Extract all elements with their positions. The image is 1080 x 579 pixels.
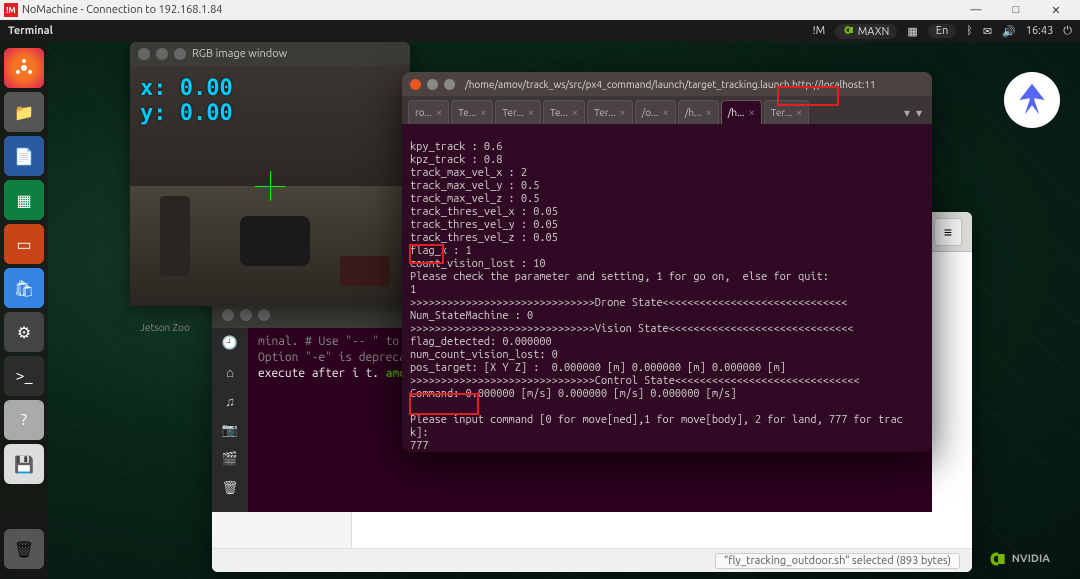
nomachine-icon: !M xyxy=(4,3,18,17)
trash-side-icon[interactable]: 🗑 xyxy=(222,481,239,496)
drive-icon[interactable]: 💾 xyxy=(4,444,44,484)
nomachine-title: NoMachine - Connection to 192.168.1.84 xyxy=(22,4,956,16)
terminal-tab[interactable]: /o...× xyxy=(635,100,676,124)
tab-close-icon[interactable]: × xyxy=(528,107,534,119)
main-terminal-titlebar: /home/amov/track_ws/src/px4_command/laun… xyxy=(402,72,932,96)
maximize-button[interactable]: □ xyxy=(996,4,1036,16)
terminal-tab[interactable]: Ter...× xyxy=(587,100,633,124)
terminal-tab[interactable]: ro...× xyxy=(408,100,449,124)
terminal-tab-active[interactable]: /h...× xyxy=(721,100,762,124)
software-icon[interactable]: 🛍 xyxy=(4,268,44,308)
watermark-logo xyxy=(1004,72,1060,128)
impress-icon[interactable]: ▭ xyxy=(4,224,44,264)
maximize-icon[interactable] xyxy=(444,79,455,90)
terminal-tabstrip: ro...× Te...× Ter...× Te...× Ter...× /o.… xyxy=(402,96,932,124)
terminal-tab[interactable]: Te...× xyxy=(543,100,585,124)
minimize-icon[interactable] xyxy=(427,79,438,90)
close-icon[interactable] xyxy=(410,79,421,90)
terminal-tab[interactable]: /h...× xyxy=(678,100,719,124)
rgb-window-title: RGB image window xyxy=(192,48,287,60)
close-icon[interactable] xyxy=(222,309,234,321)
dash-icon[interactable] xyxy=(4,48,44,88)
close-icon[interactable] xyxy=(138,48,150,60)
nomachine-titlebar: !M NoMachine - Connection to 192.168.1.8… xyxy=(0,0,1080,20)
settings-icon[interactable]: ⚙ xyxy=(4,312,44,352)
help-icon[interactable]: ? xyxy=(4,400,44,440)
crosshair-icon xyxy=(255,171,285,201)
close-button[interactable]: ✕ xyxy=(1036,4,1076,17)
bg-terminal-sidebar: 🕘 ⌂ ♫ 📷 🎬 🗑 + xyxy=(212,328,248,512)
rgb-titlebar: RGB image window xyxy=(130,42,410,66)
main-terminal-output[interactable]: kpy_track : 0.6 kpz_track : 0.8 track_ma… xyxy=(402,124,932,452)
tab-close-icon[interactable]: × xyxy=(662,107,668,119)
terminal-tab[interactable]: Ter...× xyxy=(764,100,810,124)
new-tab-icon[interactable]: ▾ xyxy=(904,106,910,120)
tab-close-icon[interactable]: × xyxy=(436,107,442,119)
nomachine-panel-icon[interactable]: !M xyxy=(813,25,826,37)
main-terminal-title: /home/amov/track_ws/src/px4_command/laun… xyxy=(465,79,924,90)
language-indicator[interactable]: En xyxy=(928,24,956,38)
hamburger-icon[interactable]: ≡ xyxy=(934,218,962,246)
mail-icon[interactable]: ✉ xyxy=(983,25,992,38)
minimize-button[interactable]: — xyxy=(956,4,996,16)
recent-icon[interactable]: 🕘 xyxy=(222,336,238,351)
home-icon[interactable]: ⌂ xyxy=(226,365,234,380)
terminal-tab[interactable]: Te...× xyxy=(451,100,493,124)
tab-close-icon[interactable]: × xyxy=(480,107,486,119)
nvidia-panel-icon[interactable]: MAXN xyxy=(835,24,897,39)
files-icon[interactable]: 📁 xyxy=(4,92,44,132)
files-statusbar: "fly_tracking_outdoor.sh" selected (893 … xyxy=(212,548,972,572)
videos-icon[interactable]: 🎬 xyxy=(222,452,238,467)
rgb-image-window[interactable]: RGB image window x: 0.00 y: 0.00 xyxy=(130,42,410,306)
rgb-image-viewport[interactable]: x: 0.00 y: 0.00 xyxy=(130,66,410,306)
files-selection-text: "fly_tracking_outdoor.sh" selected (893 … xyxy=(715,553,960,569)
tab-close-icon[interactable]: × xyxy=(619,107,625,119)
clock[interactable]: 16:43 xyxy=(1026,25,1054,37)
power-icon[interactable]: ⏻ xyxy=(1063,25,1072,38)
bluetooth-icon[interactable]: ᛒ xyxy=(966,25,973,37)
maximize-icon[interactable] xyxy=(174,48,186,60)
tab-close-icon[interactable]: × xyxy=(796,107,802,119)
tab-close-icon[interactable]: × xyxy=(706,107,712,119)
add-icon[interactable]: + xyxy=(226,510,233,512)
desktop: Jetson Zoo NVIDIA 📁 📄 ▦ ▭ 🛍 ⚙ >_ ? 💾 🗑 ≡… xyxy=(0,42,1080,579)
terminal-icon[interactable]: >_ xyxy=(4,356,44,396)
trash-icon[interactable]: 🗑 xyxy=(4,529,44,569)
camera-icon[interactable]: 📷 xyxy=(222,423,238,438)
terminal-tab[interactable]: Ter...× xyxy=(495,100,541,124)
volume-icon[interactable]: 🔊 xyxy=(1002,25,1016,38)
ubuntu-top-panel: Terminal !M MAXN ▦ En ᛒ ✉ 🔊 16:43 ⏻ xyxy=(0,20,1080,42)
launcher-dock: 📁 📄 ▦ ▭ 🛍 ⚙ >_ ? 💾 🗑 xyxy=(0,42,48,579)
tab-close-icon[interactable]: × xyxy=(749,107,755,119)
calc-icon[interactable]: ▦ xyxy=(4,180,44,220)
nvidia-logo: NVIDIA xyxy=(988,549,1050,569)
music-icon[interactable]: ♫ xyxy=(225,394,235,409)
rgb-coordinate-overlay: x: 0.00 y: 0.00 xyxy=(140,76,233,126)
panel-app-name: Terminal xyxy=(8,25,813,37)
minimize-icon[interactable] xyxy=(156,48,168,60)
tab-list-icon[interactable]: ▾ xyxy=(916,106,922,120)
tab-close-icon[interactable]: × xyxy=(572,107,578,119)
minimize-icon[interactable] xyxy=(240,309,252,321)
maximize-icon[interactable] xyxy=(258,309,270,321)
writer-icon[interactable]: 📄 xyxy=(4,136,44,176)
activity-icon[interactable]: ▦ xyxy=(907,25,917,38)
main-terminal-window[interactable]: /home/amov/track_ws/src/px4_command/laun… xyxy=(402,72,932,452)
jetson-zoo-label: Jetson Zoo xyxy=(140,322,190,333)
